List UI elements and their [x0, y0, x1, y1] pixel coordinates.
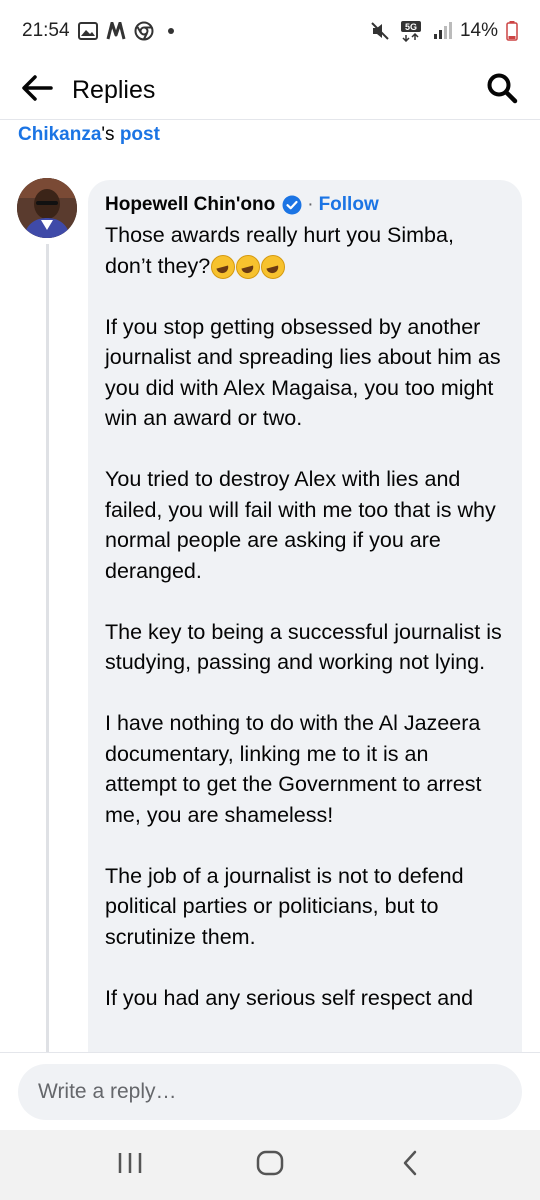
back-chevron-icon [400, 1149, 420, 1182]
svg-text:5G: 5G [405, 22, 417, 32]
home-icon [256, 1150, 284, 1181]
post-source: Chikanza's post [18, 124, 160, 146]
reply-composer [0, 1052, 540, 1130]
thread-line [46, 244, 49, 1052]
system-back-button[interactable] [380, 1140, 440, 1190]
source-author-link[interactable]: Chikanza [18, 124, 101, 145]
home-button[interactable] [240, 1140, 300, 1190]
system-nav-bar [0, 1130, 540, 1200]
status-time: 21:54 [22, 20, 70, 41]
chrome-icon [134, 21, 154, 41]
comment-paragraph: The key to being a successful journalist… [105, 619, 502, 675]
comment-paragraph: The job of a journalist is not to defend… [105, 863, 464, 949]
rofl-emoji-icon [211, 254, 236, 279]
arrow-left-icon [21, 74, 53, 107]
verified-badge-icon [282, 195, 302, 215]
network-5g-icon: 5G [400, 20, 424, 42]
comment-paragraph: If you stop getting obsessed by another … [105, 314, 501, 431]
page-title: Replies [72, 76, 156, 104]
battery-percent: 14% [459, 20, 498, 41]
avatar[interactable] [17, 178, 77, 238]
comment-paragraph: Those awards really hurt you Simba, don’… [105, 220, 506, 281]
source-post-link[interactable]: post [120, 124, 160, 145]
reply-input[interactable] [18, 1064, 522, 1120]
signal-icon [432, 22, 452, 40]
status-left: 21:54 [22, 20, 174, 42]
clipped-text-line [18, 111, 198, 117]
comment-bubble[interactable]: Hopewell Chin'ono · Follow Those awards … [88, 180, 522, 1080]
comment-text: Those awards really hurt you Simba, don’… [105, 220, 506, 1013]
follow-button[interactable]: Follow [319, 194, 379, 216]
laughing-emoji-icons [210, 254, 286, 279]
comment-author[interactable]: Hopewell Chin'ono [105, 194, 275, 216]
nfc-n-icon [106, 22, 126, 40]
recent-apps-icon [117, 1151, 143, 1180]
status-right: 5G 14% [370, 20, 518, 42]
source-possessive: 's [101, 124, 120, 145]
back-button[interactable] [20, 74, 54, 108]
comment-paragraph: I have nothing to do with the Al Jazeera… [105, 711, 482, 827]
notification-dot [167, 28, 174, 34]
gallery-icon [77, 22, 98, 40]
rofl-emoji-icon [261, 254, 286, 279]
rofl-emoji-icon [236, 254, 261, 279]
search-icon [486, 72, 518, 109]
battery-icon [506, 21, 518, 41]
comment-paragraph: You tried to destroy Alex with lies and … [105, 467, 496, 583]
comment-header: Hopewell Chin'ono · Follow [105, 192, 506, 218]
mute-icon [370, 21, 392, 41]
search-button[interactable] [484, 73, 520, 109]
comment-paragraph: If you had any serious self respect and [105, 985, 474, 1010]
recent-apps-button[interactable] [100, 1140, 160, 1190]
separator-dot: · [307, 194, 314, 215]
status-bar: 21:54 5G 14% [0, 0, 540, 62]
